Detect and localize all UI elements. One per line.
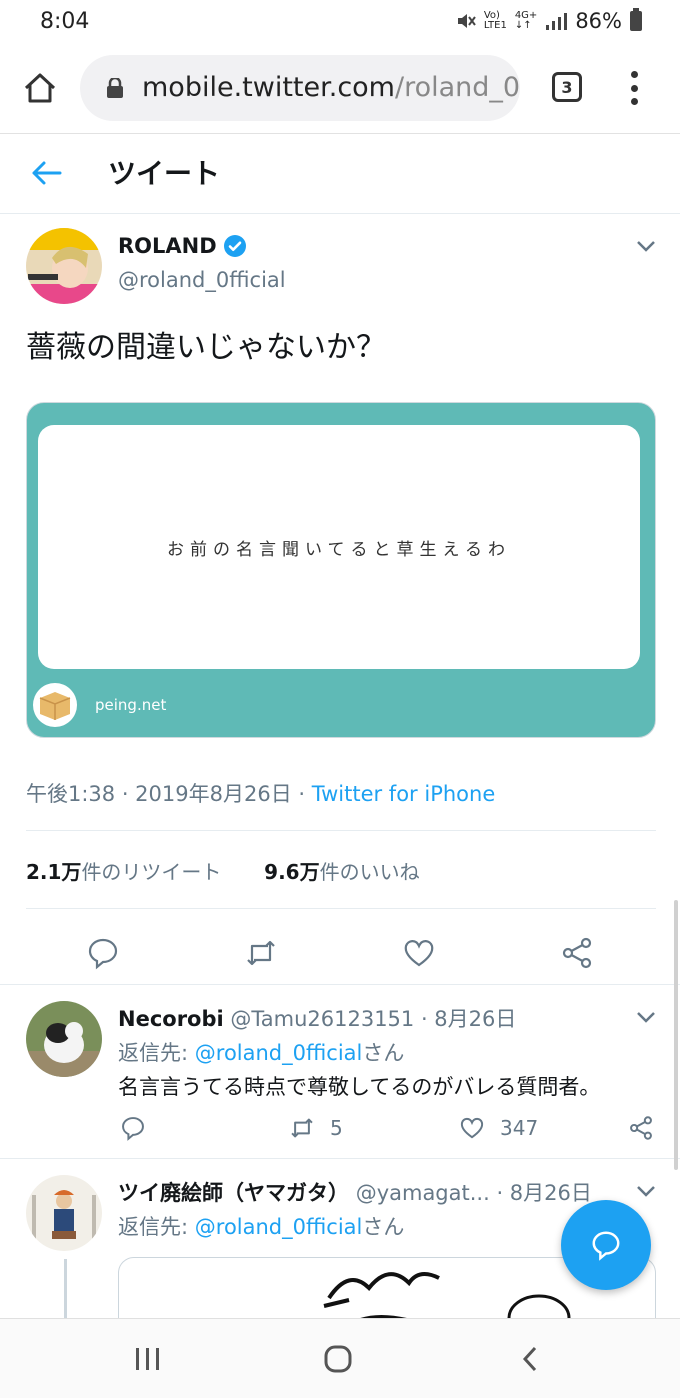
page-header: ツイート bbox=[0, 134, 680, 214]
verified-badge-icon bbox=[223, 235, 246, 257]
reply-date[interactable]: · 8月26日 bbox=[414, 1007, 516, 1031]
page-title: ツイート bbox=[108, 157, 221, 190]
reply-header: ツイ廃絵師（ヤマガタ） @yamagat... · 8月26日 bbox=[118, 1177, 592, 1207]
system-nav-bar bbox=[0, 1318, 680, 1398]
menu-dot-icon bbox=[630, 71, 638, 78]
compose-message-button[interactable] bbox=[561, 1200, 651, 1290]
share-icon[interactable] bbox=[560, 936, 594, 970]
link-card[interactable]: お前の名言聞いてると草生えるわ peing.net bbox=[26, 402, 656, 738]
tweet-text: 薔薇の間違いじゃないか？ bbox=[26, 330, 386, 365]
like-icon bbox=[460, 1117, 484, 1139]
chevron-down-icon[interactable] bbox=[636, 1185, 656, 1197]
lock-icon bbox=[107, 77, 123, 98]
avatar[interactable] bbox=[26, 1175, 102, 1251]
avatar[interactable] bbox=[26, 1001, 102, 1077]
reply-like-count: 347 bbox=[500, 1116, 539, 1140]
avatar[interactable] bbox=[26, 228, 102, 304]
tab-count-button[interactable]: 3 bbox=[552, 72, 582, 102]
mute-icon bbox=[457, 14, 476, 28]
scrollbar[interactable] bbox=[674, 900, 678, 1170]
home-nav-button[interactable] bbox=[318, 1341, 358, 1377]
reply-text: 名言言うてる時点で尊敬してるのがバレる質問者。 bbox=[118, 1075, 601, 1099]
divider bbox=[26, 830, 656, 831]
recent-apps-icon bbox=[136, 1348, 159, 1370]
share-icon bbox=[630, 1116, 652, 1140]
url-path: /roland_0 bbox=[394, 72, 520, 103]
like-stat[interactable]: 9.6万件のいいね bbox=[264, 860, 419, 884]
reply-to-link[interactable]: @roland_0fficial bbox=[195, 1041, 363, 1065]
tweet-actions bbox=[0, 922, 680, 992]
thread-line bbox=[64, 1259, 67, 1318]
reply-action-reply[interactable] bbox=[120, 1115, 146, 1141]
reply-to: 返信先: @roland_0fficialさん bbox=[118, 1215, 405, 1239]
reply-action-share[interactable] bbox=[628, 1115, 654, 1141]
battery-icon bbox=[630, 8, 642, 31]
box-icon bbox=[33, 683, 77, 727]
roland-avatar-image bbox=[26, 228, 102, 304]
recent-apps-button[interactable] bbox=[128, 1341, 168, 1377]
network-label: Vo)4G+LTE1 bbox=[483, 10, 507, 31]
chevron-down-icon[interactable] bbox=[636, 1011, 656, 1023]
reply-tweet[interactable]: Necorobi @Tamu26123151 · 8月26日 返信先: @rol… bbox=[0, 984, 680, 1158]
retweet-stat[interactable]: 2.1万件のリツイート bbox=[26, 860, 221, 884]
signal-icon bbox=[546, 13, 568, 30]
url-field[interactable]: mobile.twitter.com/roland_0 bbox=[80, 54, 520, 121]
status-icons: Vo)4G+LTE1 4G+↓↑ 86% bbox=[456, 8, 642, 33]
reply-author-name[interactable]: Necorobi bbox=[118, 1007, 224, 1031]
reply-icon[interactable] bbox=[86, 936, 120, 970]
menu-dot-icon bbox=[630, 84, 638, 92]
retweet-icon bbox=[291, 1118, 313, 1138]
author-handle[interactable]: @roland_0fficial bbox=[118, 268, 286, 292]
reply-to-link[interactable]: @roland_0fficial bbox=[195, 1215, 363, 1239]
browser-toolbar: mobile.twitter.com/roland_0 3 bbox=[0, 42, 680, 134]
reply-retweet-count: 5 bbox=[330, 1116, 343, 1140]
home-button[interactable] bbox=[0, 42, 80, 134]
status-bar: 8:04 Vo)4G+LTE1 4G+↓↑ 86% bbox=[0, 0, 680, 42]
reply-action-retweet[interactable]: 5 bbox=[288, 1115, 343, 1141]
illustrator-avatar-image bbox=[26, 1175, 102, 1251]
tweet-meta: 午後1:38 · 2019年8月26日 · Twitter for iPhone bbox=[26, 778, 495, 808]
menu-dot-icon bbox=[630, 98, 638, 105]
tweet-source-link[interactable]: Twitter for iPhone bbox=[312, 782, 496, 806]
chat-bubble-icon bbox=[592, 1231, 620, 1261]
tweet-time: 午後1:38 · 2019年8月26日 · bbox=[26, 782, 312, 806]
like-icon[interactable] bbox=[402, 936, 436, 970]
reply-header: Necorobi @Tamu26123151 · 8月26日 bbox=[118, 1003, 516, 1033]
chevron-down-icon[interactable] bbox=[636, 240, 656, 252]
back-arrow-icon[interactable] bbox=[28, 158, 64, 188]
tweet-stats: 2.1万件のリツイート 9.6万件のいいね bbox=[26, 856, 420, 885]
card-quote-box: お前の名言聞いてると草生えるわ bbox=[38, 425, 640, 669]
url-host: mobile.twitter.com bbox=[142, 72, 395, 103]
card-site: peing.net bbox=[95, 696, 167, 714]
reply-author-handle[interactable]: @yamagat... bbox=[356, 1181, 490, 1205]
network-4g-label: 4G+ ↓↑ bbox=[514, 10, 538, 31]
back-chevron-icon bbox=[522, 1346, 537, 1372]
divider bbox=[26, 908, 656, 909]
card-quote: お前の名言聞いてると草生えるわ bbox=[167, 539, 511, 560]
browser-menu-button[interactable] bbox=[620, 68, 648, 108]
status-time: 8:04 bbox=[40, 8, 90, 34]
reply-author-name[interactable]: ツイ廃絵師（ヤマガタ） bbox=[118, 1181, 349, 1205]
cat-avatar-image bbox=[26, 1001, 102, 1077]
retweet-icon[interactable] bbox=[244, 936, 278, 970]
reply-action-like[interactable]: 347 bbox=[458, 1115, 538, 1141]
reply-date[interactable]: · 8月26日 bbox=[490, 1181, 591, 1205]
battery-percent: 86% bbox=[575, 9, 622, 33]
home-icon bbox=[24, 73, 56, 102]
reply-icon bbox=[122, 1117, 144, 1141]
home-circle-icon bbox=[324, 1345, 352, 1373]
reply-author-handle[interactable]: @Tamu26123151 bbox=[230, 1007, 414, 1031]
author-name[interactable]: ROLAND bbox=[118, 234, 217, 258]
back-nav-button[interactable] bbox=[510, 1341, 550, 1377]
reply-to: 返信先: @roland_0fficialさん bbox=[118, 1041, 405, 1065]
